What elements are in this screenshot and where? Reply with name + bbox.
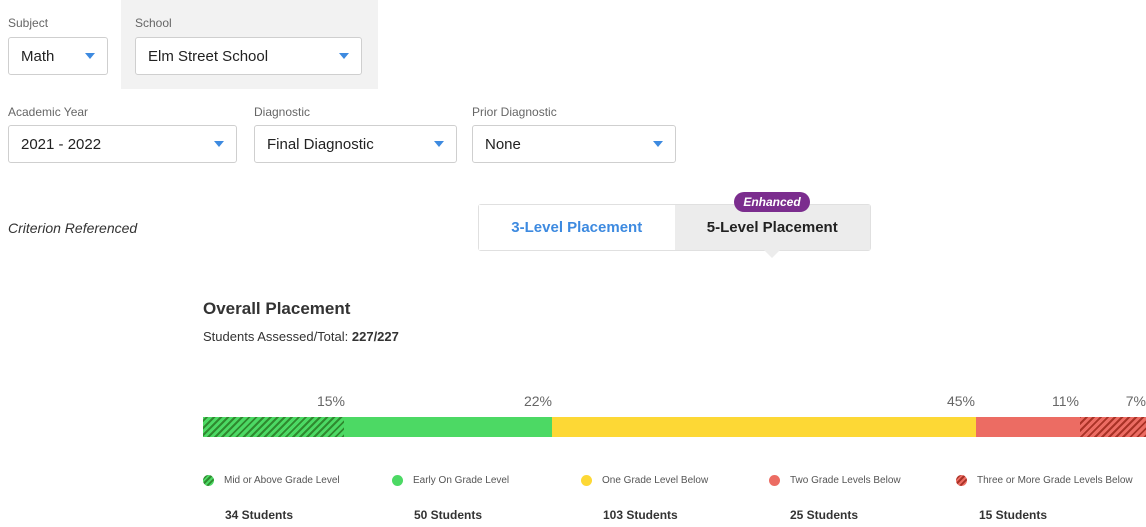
legend-label: Early On Grade Level bbox=[413, 475, 510, 486]
diagnostic-select[interactable]: Final Diagnostic bbox=[254, 125, 457, 163]
count-early-on: 50 Students bbox=[414, 508, 483, 522]
legend-item-two-below: Two Grade Levels Below bbox=[769, 475, 901, 486]
students-assessed-value: 227/227 bbox=[351, 329, 399, 344]
hatched-red-dot-icon bbox=[956, 475, 967, 486]
legend-label: One Grade Level Below bbox=[602, 475, 709, 486]
percent-label-one-below: 45% bbox=[946, 393, 975, 409]
enhanced-badge: Enhanced bbox=[734, 192, 810, 212]
chevron-down-icon bbox=[339, 53, 349, 59]
bar-segment-one-below bbox=[551, 417, 977, 437]
bar-segment-mid-or-above bbox=[203, 417, 345, 437]
chevron-down-icon bbox=[85, 53, 95, 59]
placement-level-toggle: 3-Level Placement 5-Level Placement bbox=[478, 204, 871, 251]
legend-label: Two Grade Levels Below bbox=[790, 475, 901, 486]
prior-diagnostic-select[interactable]: None bbox=[472, 125, 676, 163]
subject-select[interactable]: Math bbox=[8, 37, 108, 75]
diagnostic-label: Diagnostic bbox=[254, 105, 311, 119]
percent-label-two-below: 11% bbox=[1052, 393, 1079, 409]
chevron-down-icon bbox=[434, 141, 444, 147]
school-label: School bbox=[135, 16, 172, 30]
legend-item-one-below: One Grade Level Below bbox=[581, 475, 708, 486]
prior-diagnostic-value: None bbox=[485, 135, 521, 153]
bar-segment-two-below bbox=[976, 417, 1080, 437]
overall-placement-title: Overall Placement bbox=[203, 299, 351, 318]
academic-year-value: 2021 - 2022 bbox=[21, 135, 102, 153]
red-dot-icon bbox=[769, 475, 780, 486]
hatched-green-dot-icon bbox=[203, 475, 214, 486]
legend-item-mid-or-above: Mid or Above Grade Level bbox=[203, 475, 340, 486]
prior-diagnostic-label: Prior Diagnostic bbox=[472, 105, 557, 119]
chevron-down-icon bbox=[653, 141, 663, 147]
percent-label-mid-or-above: 15% bbox=[316, 393, 345, 409]
academic-year-label: Academic Year bbox=[8, 105, 89, 119]
tab-3-level-placement[interactable]: 3-Level Placement bbox=[479, 205, 675, 250]
count-one-below: 103 Students bbox=[603, 508, 678, 522]
bar-segment-three-below bbox=[1079, 417, 1146, 437]
count-three-below: 15 Students bbox=[979, 508, 1048, 522]
subject-value: Math bbox=[21, 47, 55, 65]
academic-year-select[interactable]: 2021 - 2022 bbox=[8, 125, 237, 163]
legend-label: Three or More Grade Levels Below bbox=[977, 475, 1133, 486]
students-assessed: Students Assessed/Total: 227/227 bbox=[203, 329, 399, 344]
bar-segment-early-on bbox=[344, 417, 552, 437]
count-mid-or-above: 34 Students bbox=[225, 508, 294, 522]
criterion-referenced-label: Criterion Referenced bbox=[8, 220, 138, 236]
chevron-down-icon bbox=[214, 141, 224, 147]
placement-bar bbox=[203, 417, 1146, 437]
subject-label: Subject bbox=[8, 16, 49, 30]
students-assessed-label: Students Assessed/Total: bbox=[203, 329, 352, 344]
percent-label-early-on: 22% bbox=[523, 393, 552, 409]
legend-item-early-on: Early On Grade Level bbox=[392, 475, 509, 486]
diagnostic-value: Final Diagnostic bbox=[267, 135, 374, 153]
percent-label-three-below: 7% bbox=[1125, 393, 1146, 409]
school-value: Elm Street School bbox=[148, 47, 269, 65]
yellow-dot-icon bbox=[581, 475, 592, 486]
legend-label: Mid or Above Grade Level bbox=[224, 475, 340, 486]
school-select[interactable]: Elm Street School bbox=[135, 37, 362, 75]
green-dot-icon bbox=[392, 475, 403, 486]
count-two-below: 25 Students bbox=[790, 508, 859, 522]
legend-item-three-below: Three or More Grade Levels Below bbox=[956, 475, 1133, 486]
